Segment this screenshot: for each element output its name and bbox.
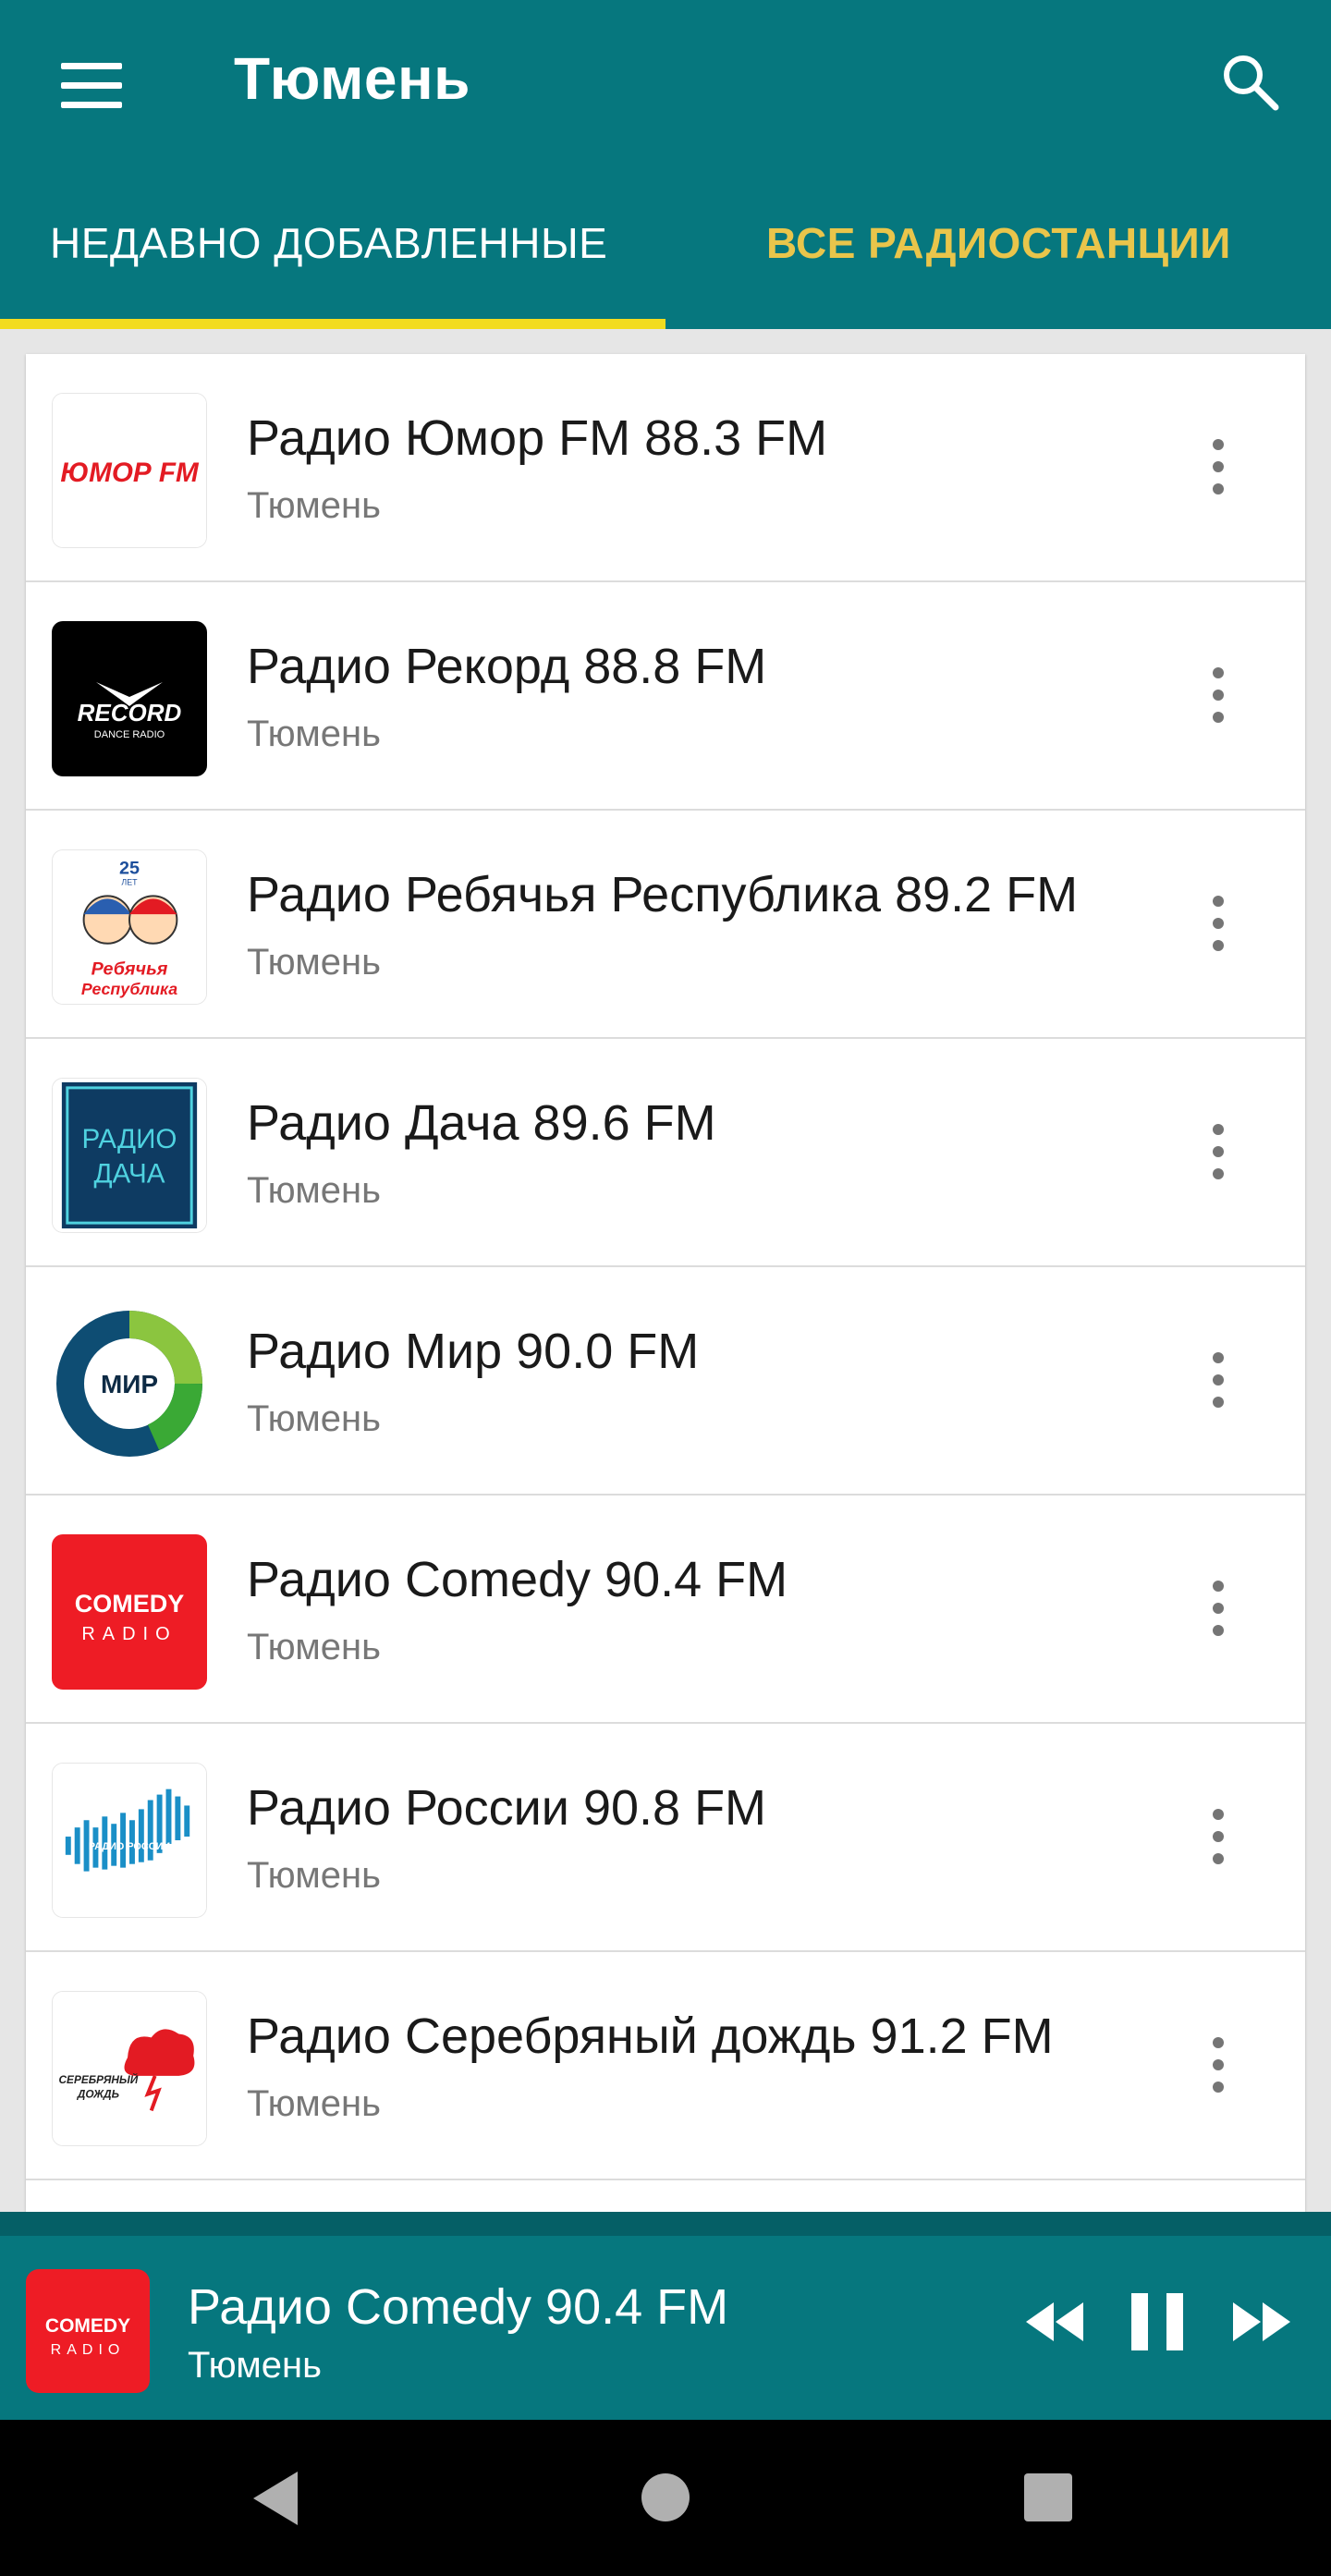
comedy-radio-logo: COMEDY RADIO [26,2269,150,2393]
station-city: Тюмень [247,485,381,526]
more-vert-icon[interactable] [1209,439,1227,498]
mini-player[interactable]: COMEDY RADIO Радио Comedy 90.4 FM Тюмень [0,2212,1331,2420]
station-city: Тюмень [247,1855,381,1896]
tab-all-stations[interactable]: ВСЕ РАДИОСТАНЦИИ [766,218,1231,268]
back-icon[interactable] [250,2470,301,2532]
record-logo: RECORD DANCE RADIO [52,621,207,776]
station-name: Радио Comedy 90.4 FM [247,1552,788,1607]
svg-text:COMEDY: COMEDY [45,2315,130,2337]
svg-text:RECORD: RECORD [78,699,182,726]
more-vert-icon[interactable] [1209,2037,1227,2096]
svg-text:СЕРЕБРЯНЫЙ: СЕРЕБРЯНЫЙ [59,2071,139,2086]
comedy-radio-logo: COMEDY RADIO [52,1534,207,1690]
station-name: Радио Серебряный дождь 91.2 FM [247,2008,1054,2064]
station-name: Радио России 90.8 FM [247,1780,767,1836]
station-row-comedy[interactable]: COMEDY RADIO Радио Comedy 90.4 FM Тюмень [26,1496,1305,1724]
app-bar: Тюмень НЕДАВНО ДОБАВЛЕННЫЕ ВСЕ РАДИОСТАН… [0,0,1331,329]
svg-text:ДОЖДЬ: ДОЖДЬ [77,2088,119,2101]
station-row-mir[interactable]: МИР Радио Мир 90.0 FM Тюмень [26,1267,1305,1496]
search-icon[interactable] [1218,50,1281,113]
radio-rossii-logo: РАДИО РОССИИ [52,1763,207,1918]
player-station-city: Тюмень [188,2345,322,2386]
station-city: Тюмень [247,942,381,983]
more-vert-icon[interactable] [1209,1124,1227,1183]
radio-dacha-logo: РАДИО ДАЧА [52,1078,207,1233]
station-row-dacha[interactable]: РАДИО ДАЧА Радио Дача 89.6 FM Тюмень [26,1039,1305,1267]
svg-text:Ребячья: Ребячья [92,958,168,979]
rewind-icon[interactable] [1022,2289,1087,2354]
home-icon[interactable] [641,2473,690,2521]
station-name: Радио Мир 90.0 FM [247,1324,700,1379]
svg-text:25: 25 [119,859,140,879]
station-city: Тюмень [247,1398,381,1439]
tab-indicator [0,319,666,329]
more-vert-icon[interactable] [1209,667,1227,726]
more-vert-icon[interactable] [1209,1581,1227,1640]
station-row-rebyachya-respublika[interactable]: 25 ЛЕТ Ребячья Республика Радио Ребячья … [26,811,1305,1039]
recent-apps-icon[interactable] [1024,2473,1072,2521]
svg-text:МИР: МИР [101,1370,158,1398]
svg-text:DANCE RADIO: DANCE RADIO [94,729,165,740]
svg-text:ДАЧА: ДАЧА [93,1159,165,1190]
station-row-serebryany-dozhd[interactable]: СЕРЕБРЯНЫЙ ДОЖДЬ Радио Серебряный дождь … [26,1952,1305,2180]
system-nav-bar [0,2420,1331,2576]
fast-forward-icon[interactable] [1229,2289,1294,2354]
svg-text:RADIO: RADIO [81,1624,177,1644]
station-name: Радио Ребячья Республика 89.2 FM [247,867,1079,922]
svg-text:РАДИО: РАДИО [82,1124,177,1154]
station-city: Тюмень [247,1627,381,1667]
rebyachya-respublika-logo: 25 ЛЕТ Ребячья Республика [52,849,207,1005]
pause-icon[interactable] [1128,2289,1187,2354]
more-vert-icon[interactable] [1209,1352,1227,1411]
station-list: ЮМОР FM Радио Юмор FM 88.3 FM Тюмень REC… [26,354,1305,2212]
station-row-rossii[interactable]: РАДИО РОССИИ Радио России 90.8 FM Тюмень [26,1724,1305,1952]
tab-recently-added[interactable]: НЕДАВНО ДОБАВЛЕННЫЕ [50,218,607,268]
radio-mir-logo: МИР [52,1306,207,1461]
station-city: Тюмень [247,714,381,754]
humor-fm-logo: ЮМОР FM [52,393,207,548]
page-title: Тюмень [234,45,470,112]
svg-text:ЮМОР FM: ЮМОР FM [60,458,200,488]
more-vert-icon[interactable] [1209,1809,1227,1868]
station-row-humor-fm[interactable]: ЮМОР FM Радио Юмор FM 88.3 FM Тюмень [26,354,1305,582]
svg-text:Республика: Республика [81,980,177,998]
svg-text:РАДИО РОССИИ: РАДИО РОССИИ [89,1841,171,1852]
more-vert-icon[interactable] [1209,896,1227,955]
svg-text:ЛЕТ: ЛЕТ [121,878,138,887]
station-city: Тюмень [247,2083,381,2124]
svg-text:COMEDY: COMEDY [75,1590,185,1618]
serebryany-dozhd-logo: СЕРЕБРЯНЫЙ ДОЖДЬ [52,1991,207,2146]
station-name: Радио Юмор FM 88.3 FM [247,410,828,466]
station-name: Радио Рекорд 88.8 FM [247,639,767,694]
hamburger-menu-icon[interactable] [61,63,122,109]
station-city: Тюмень [247,1170,381,1211]
player-top-strip [0,2212,1331,2236]
station-row-record[interactable]: RECORD DANCE RADIO Радио Рекорд 88.8 FM … [26,582,1305,811]
svg-text:RADIO: RADIO [51,2342,126,2358]
station-name: Радио Дача 89.6 FM [247,1095,716,1151]
player-station-name: Радио Comedy 90.4 FM [188,2279,729,2335]
